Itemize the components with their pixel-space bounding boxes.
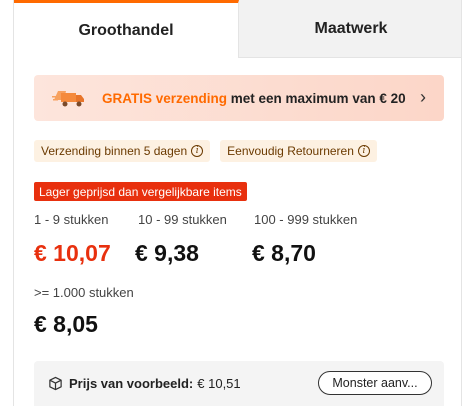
tier-3-price: € 8,70 — [252, 240, 316, 266]
cheaper-badge: Lager geprijsd dan vergelijkbare items — [34, 182, 247, 201]
sample-price-value: € 10,51 — [197, 376, 241, 391]
tier-4-range: >= 1.000 stukken — [34, 285, 134, 300]
tier-4-price: € 8,05 — [34, 311, 98, 337]
package-icon — [49, 376, 62, 391]
tier-3-range: 100 - 999 stukken — [254, 212, 358, 227]
info-icon[interactable]: i — [191, 145, 204, 157]
free-shipping-highlight: GRATIS verzending — [102, 90, 228, 106]
tag-delivery[interactable]: Verzending binnen 5 dagen i — [34, 140, 211, 162]
tab-bar: Groothandel Maatwerk — [14, 0, 461, 58]
tag-returns-label: Eenvoudig Retourneren — [227, 144, 354, 158]
tag-returns[interactable]: Eenvoudig Retourneren i — [220, 140, 377, 162]
tier-1-range: 1 - 9 stukken — [34, 212, 109, 227]
truck-icon — [52, 91, 84, 107]
tab-groothandel[interactable]: Groothandel — [14, 0, 239, 58]
tab-maatwerk[interactable]: Maatwerk — [239, 0, 461, 58]
request-sample-button[interactable]: Monster aanv... — [318, 371, 432, 395]
service-tags: Verzending binnen 5 dagen i Eenvoudig Re… — [34, 140, 377, 162]
tier-1-price: € 10,07 — [34, 240, 111, 266]
sample-price-label: Prijs van voorbeeld: — [69, 376, 194, 391]
tag-delivery-label: Verzending binnen 5 dagen — [41, 144, 188, 158]
chevron-right-icon: › — [420, 87, 426, 107]
sample-price-bar: Prijs van voorbeeld: € 10,51 Monster aan… — [34, 361, 444, 406]
free-shipping-detail: met een maximum van € 20 — [227, 90, 406, 106]
tier-2-range: 10 - 99 stukken — [138, 212, 227, 227]
free-shipping-text: GRATIS verzending met een maximum van € … — [102, 91, 406, 106]
pricing-panel: Groothandel Maatwerk GRATIS verzending m… — [13, 0, 462, 406]
tier-2-price: € 9,38 — [135, 240, 199, 266]
info-icon[interactable]: i — [357, 145, 370, 157]
free-shipping-banner[interactable]: GRATIS verzending met een maximum van € … — [34, 75, 444, 121]
